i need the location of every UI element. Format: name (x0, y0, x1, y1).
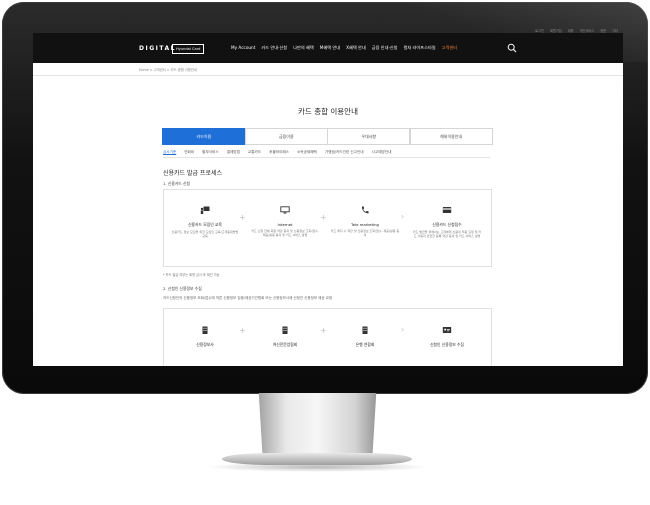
section-title: 신용카드 발급 프로세스 (163, 170, 223, 177)
block2-description: 카드신청인의 신용정보 조회/접수에 따른 신용정보 집중/제공기관협회 또는 … (163, 296, 333, 300)
subtab-installment[interactable]: 할부서비스 (202, 150, 219, 155)
plus-icon: + (239, 326, 246, 335)
logo-text[interactable]: DIGITAL (139, 45, 176, 52)
step-telemarketing: Tele marketing 카드 해지 시 약관 및 신용정보 조회/접수, … (330, 203, 400, 237)
monitor-stand-neck (258, 393, 377, 455)
tab-overseas[interactable]: 해외이용안내 (409, 128, 493, 145)
building-icon (362, 326, 368, 334)
divider (33, 75, 623, 76)
step-title: Tele marketing (351, 222, 379, 227)
step-desc: 신용카드 정보 모집을 위한 모집인 교육(고객응대방법 교육 (171, 230, 239, 239)
step-credit-bureau: 신용정보사 (170, 323, 240, 350)
breadcrumb: Home > 고객센터 > 카드 종합 이용안내 (139, 68, 197, 72)
gnb-item-my-account[interactable]: My Account (231, 45, 255, 51)
subtab-accident-prevention[interactable]: 사고예방안내 (372, 150, 392, 155)
step-bank-federation: 은행 연합회 (330, 323, 400, 350)
main-tabs: 카드이용 금융이용 우대사항 해외이용안내 (162, 128, 493, 145)
subtab-transit-card[interactable]: 교통카드 (248, 150, 261, 155)
process-panel-1: 신용카드 모집인 교육 신용카드 정보 모집을 위한 모집인 교육(고객응대방법… (163, 189, 492, 267)
plus-icon: + (320, 213, 327, 222)
global-navigation-bar: DIGITAL Hyundai Card My Account 카드 안내·신청… (33, 33, 623, 63)
step-title: 신용정보사 (196, 342, 214, 347)
step-application-receipt: 신용카드 신청접수 카드 발급을 위해서는 고객에게 신용의 적용 요청 및 카… (412, 203, 482, 238)
tab-card-usage[interactable]: 카드이용 (162, 128, 246, 145)
gnb-item-my-benefits[interactable]: 나만의 혜택 (293, 45, 314, 51)
page-title: 카드 종합 이용안내 (298, 107, 358, 116)
plus-icon: + (239, 213, 246, 222)
process-panel-2: 신용정보사 + 여신전문업협회 + 은행 연합회 › 신청인 신용정보 수집 (163, 308, 492, 366)
monitor-icon (280, 206, 290, 214)
sub-tabs: 심사기준 연회비 할부서비스 결제방법 교통카드 후불하이패스 소득공제혜택 가… (163, 150, 391, 155)
gnb-item-m-benefits[interactable]: M혜택 안내 (320, 45, 340, 51)
person-board-icon (200, 206, 210, 214)
chevron-right-icon: › (401, 325, 405, 334)
subtab-screening[interactable]: 심사기준 (163, 150, 176, 155)
tab-preferential[interactable]: 우대사항 (327, 128, 411, 145)
utility-link[interactable]: 로그인 (535, 28, 544, 33)
building-icon (202, 326, 208, 334)
building-icon (282, 326, 288, 334)
search-icon[interactable] (507, 43, 517, 53)
utility-link[interactable]: 제휴 (568, 28, 574, 33)
subtab-payment[interactable]: 결제방법 (227, 150, 240, 155)
step-collect-applicant-info: 신청인 신용정보 수집 (412, 323, 482, 350)
step-title: 은행 연합회 (355, 342, 375, 347)
gnb-item-x-benefits[interactable]: X혜택 안내 (346, 45, 366, 51)
step-desc: 카드 해지 시 약관 및 신용정보 조회/접수, 제공/활용 동의 (330, 229, 400, 238)
block1-heading: 1. 신용카드 신청 (163, 181, 190, 186)
step-title: Internet (277, 222, 293, 227)
plus-icon: + (320, 326, 327, 335)
utility-links: 로그인 회원가입 제휴 개인서비스 영문 기타 (535, 28, 618, 33)
step-recruiter-training: 신용카드 모집인 교육 신용카드 정보 모집을 위한 모집인 교육(고객응대방법… (170, 203, 240, 238)
card-icon (442, 207, 452, 213)
chevron-right-icon: › (401, 212, 405, 221)
step-title: 여신전문업협회 (272, 342, 298, 347)
tab-finance-usage[interactable]: 금융이용 (244, 128, 328, 145)
subtab-annual-fee[interactable]: 연회비 (184, 150, 194, 155)
gnb-item-customer-center[interactable]: 고객센터 (442, 45, 457, 51)
step-title: 신용카드 신청접수 (432, 222, 462, 227)
block2-heading: 2. 신청인 신용정보 수집 (163, 286, 202, 291)
gnb-item-card-apply[interactable]: 카드 안내·신청 (261, 45, 287, 51)
monitor-bezel: DIGITAL Hyundai Card My Account 카드 안내·신청… (2, 2, 648, 394)
utility-link[interactable]: 기타 (612, 28, 618, 33)
step-internet: Internet 카드 신청 전에 회원 약관 동의 및 신용정보 조회/접수,… (250, 203, 320, 237)
subtab-tax-deduction[interactable]: 소득공제혜택 (297, 150, 317, 155)
step-title: 신청인 신용정보 수집 (430, 342, 464, 347)
gnb-item-culture[interactable]: 컬처 라이프스타일 (404, 45, 436, 51)
phone-icon (361, 206, 369, 214)
gnb-item-finance[interactable]: 금융 안내·신청 (372, 45, 398, 51)
subtab-report[interactable]: 가맹점/카드관련 신고안내 (325, 150, 364, 155)
utility-link[interactable]: 영문 (600, 28, 606, 33)
step-desc: 카드 신청 전에 회원 약관 동의 및 신용정보 조회/접수, 제공/활용 동의… (251, 229, 319, 238)
monitor-screen: DIGITAL Hyundai Card My Account 카드 안내·신청… (33, 33, 623, 366)
step-desc: 카드 발급을 위해서는 고객에게 신용의 적용 요청 및 카드 사용과 관련한 … (412, 230, 482, 239)
id-card-icon (442, 327, 452, 333)
step-credit-finance-association: 여신전문업협회 (250, 323, 320, 350)
divider (163, 157, 490, 158)
subtab-hipass[interactable]: 후불하이패스 (269, 150, 289, 155)
utility-link[interactable]: 회원가입 (550, 28, 562, 33)
gnb-menu: My Account 카드 안내·신청 나만의 혜택 M혜택 안내 X혜택 안내… (231, 45, 457, 51)
step-title: 신용카드 모집인 교육 (188, 222, 222, 227)
logo-brand-box[interactable]: Hyundai Card (172, 44, 205, 54)
footnote: * 카드 발급 여부는 회원 심사 후 확인 가능 (163, 273, 220, 277)
monitor-stand-base (222, 453, 412, 465)
utility-link[interactable]: 개인서비스 (580, 28, 595, 33)
